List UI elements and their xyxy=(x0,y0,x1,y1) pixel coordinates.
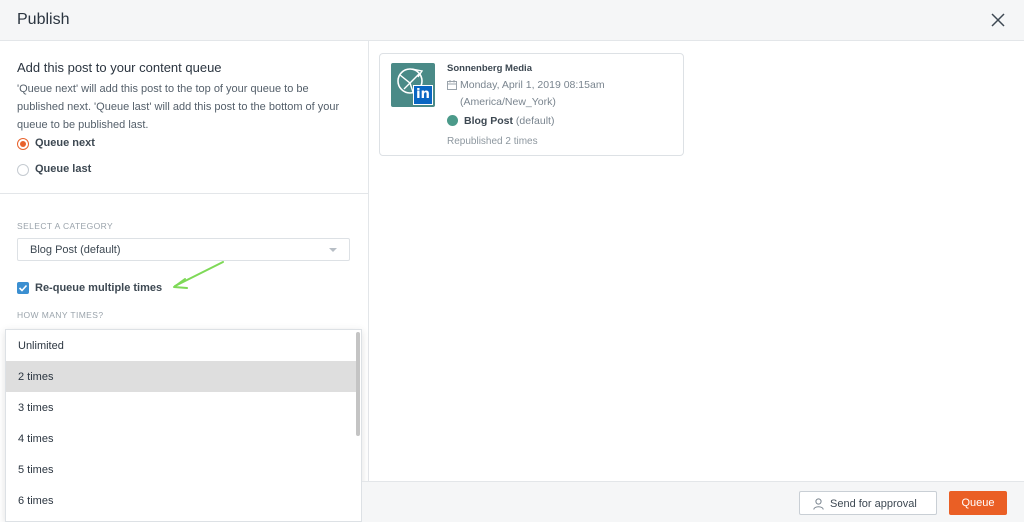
dropdown-option-highlighted[interactable]: 2 times xyxy=(6,361,358,392)
modal-title: Publish xyxy=(17,11,70,28)
send-for-approval-button[interactable]: Send for approval xyxy=(799,491,937,515)
radio-selected-icon xyxy=(17,138,29,150)
preview-panel: in Sonnenberg Media Monday, April 1, 201… xyxy=(369,41,1024,481)
radio-queue-next[interactable]: Queue next xyxy=(17,136,217,152)
how-many-times-dropdown[interactable]: Unlimited 2 times 3 times 4 times 5 time… xyxy=(5,329,362,522)
queue-description: 'Queue next' will add this post to the t… xyxy=(17,83,340,131)
checkbox-checked-icon xyxy=(17,282,29,294)
send-for-approval-label: Send for approval xyxy=(830,498,917,510)
dropdown-option[interactable]: 4 times xyxy=(6,423,358,454)
modal-footer: Send for approval Queue xyxy=(362,481,1024,522)
linkedin-icon: in xyxy=(413,85,433,105)
category-section-label: SELECT A CATEGORY xyxy=(17,221,114,231)
post-timezone: (America/New_York) xyxy=(460,96,556,108)
calendar-icon xyxy=(447,80,457,90)
dropdown-option[interactable]: Unlimited xyxy=(6,330,358,361)
post-date: Monday, April 1, 2019 08:15am xyxy=(460,79,605,91)
queue-button-label: Queue xyxy=(961,497,995,509)
post-category: Blog Post (default) xyxy=(464,115,554,127)
post-category-name: Blog Post xyxy=(464,115,513,127)
chevron-down-icon xyxy=(329,248,337,252)
queue-title: Add this post to your content queue xyxy=(17,60,222,75)
requeue-checkbox[interactable]: Re-queue multiple times xyxy=(17,281,217,295)
close-icon[interactable] xyxy=(990,12,1006,28)
dropdown-option[interactable]: 5 times xyxy=(6,454,358,485)
radio-queue-last[interactable]: Queue last xyxy=(17,162,217,178)
section-divider xyxy=(0,193,368,194)
account-name: Sonnenberg Media xyxy=(447,63,532,74)
dropdown-option[interactable]: 6 times xyxy=(6,485,358,516)
dropdown-scrollbar[interactable] xyxy=(356,332,360,436)
republished-count: Republished 2 times xyxy=(447,136,538,147)
queue-button[interactable]: Queue xyxy=(949,491,1007,515)
requeue-checkbox-label: Re-queue multiple times xyxy=(35,282,163,294)
how-many-times-label: HOW MANY TIMES? xyxy=(17,310,104,320)
modal-header: Publish xyxy=(0,0,1024,41)
radio-unselected-icon xyxy=(17,164,29,176)
dropdown-option[interactable]: 3 times xyxy=(6,392,358,423)
post-category-suffix: (default) xyxy=(515,115,555,127)
category-select-value: Blog Post (default) xyxy=(30,244,121,256)
post-preview-card[interactable]: in Sonnenberg Media Monday, April 1, 201… xyxy=(379,53,684,156)
radio-queue-last-label: Queue last xyxy=(35,163,92,175)
radio-queue-next-label: Queue next xyxy=(35,137,95,149)
category-color-dot xyxy=(447,115,458,126)
account-avatar: in xyxy=(391,63,435,107)
user-icon xyxy=(813,498,824,510)
